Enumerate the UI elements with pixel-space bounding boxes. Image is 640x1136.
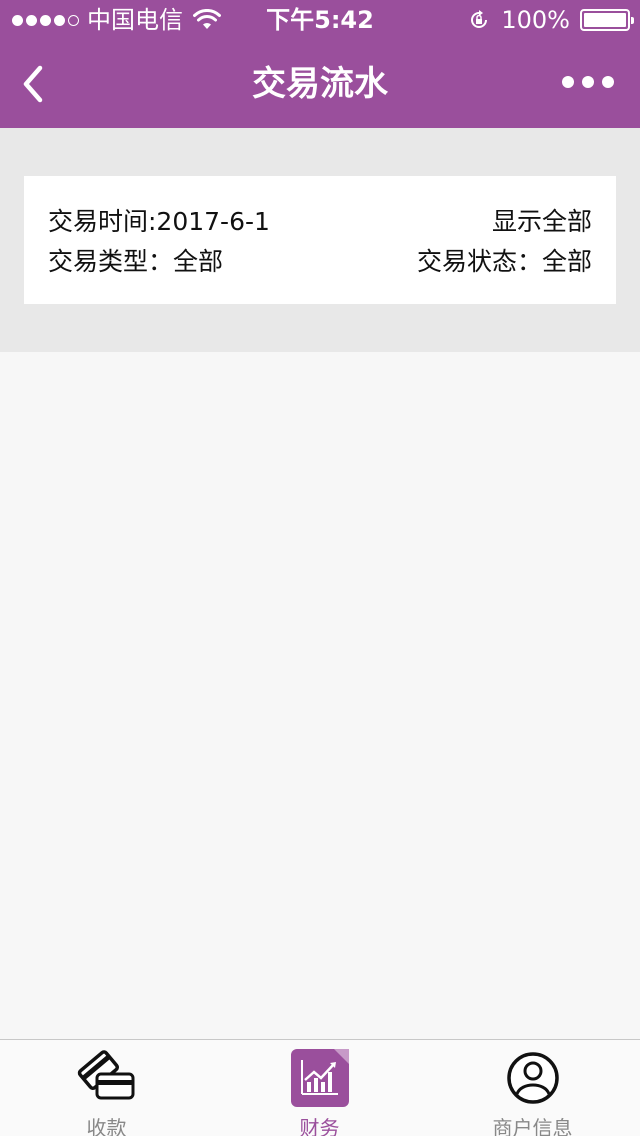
battery-icon — [580, 9, 634, 31]
page-title: 交易流水 — [252, 64, 388, 104]
more-icon[interactable] — [562, 76, 614, 88]
tab-bar: 收款 财务 商户信息 — [0, 1039, 640, 1136]
status-bar: 中国电信 下午5:42 100% — [0, 0, 640, 40]
finance-chart-icon — [290, 1049, 349, 1107]
nav-bar: 交易流水 — [0, 40, 640, 128]
tab-label: 财务 — [299, 1116, 340, 1136]
transaction-status-label[interactable]: 交易状态：全部 — [417, 242, 592, 278]
status-right: 100% — [467, 0, 634, 40]
tab-label: 商户信息 — [492, 1116, 573, 1136]
rotation-lock-icon — [471, 10, 488, 28]
tab-merchant-info[interactable]: 商户信息 — [426, 1040, 639, 1136]
battery-percent: 100% — [501, 6, 570, 34]
user-profile-icon — [506, 1052, 559, 1104]
filter-area: 交易时间:2017-6-1 显示全部 交易类型：全部 交易状态：全部 — [0, 128, 640, 352]
tab-finance[interactable]: 财务 — [213, 1040, 426, 1136]
tab-collect[interactable]: 收款 — [0, 1040, 213, 1136]
card-payment-icon — [77, 1050, 134, 1100]
transaction-list — [0, 352, 640, 1039]
filter-card[interactable]: 交易时间:2017-6-1 显示全部 交易类型：全部 交易状态：全部 — [24, 176, 616, 304]
tab-label: 收款 — [86, 1116, 127, 1136]
transaction-type-label[interactable]: 交易类型：全部 — [48, 242, 223, 278]
transaction-time-label[interactable]: 交易时间:2017-6-1 — [48, 202, 270, 238]
show-all-button[interactable]: 显示全部 — [492, 202, 592, 238]
